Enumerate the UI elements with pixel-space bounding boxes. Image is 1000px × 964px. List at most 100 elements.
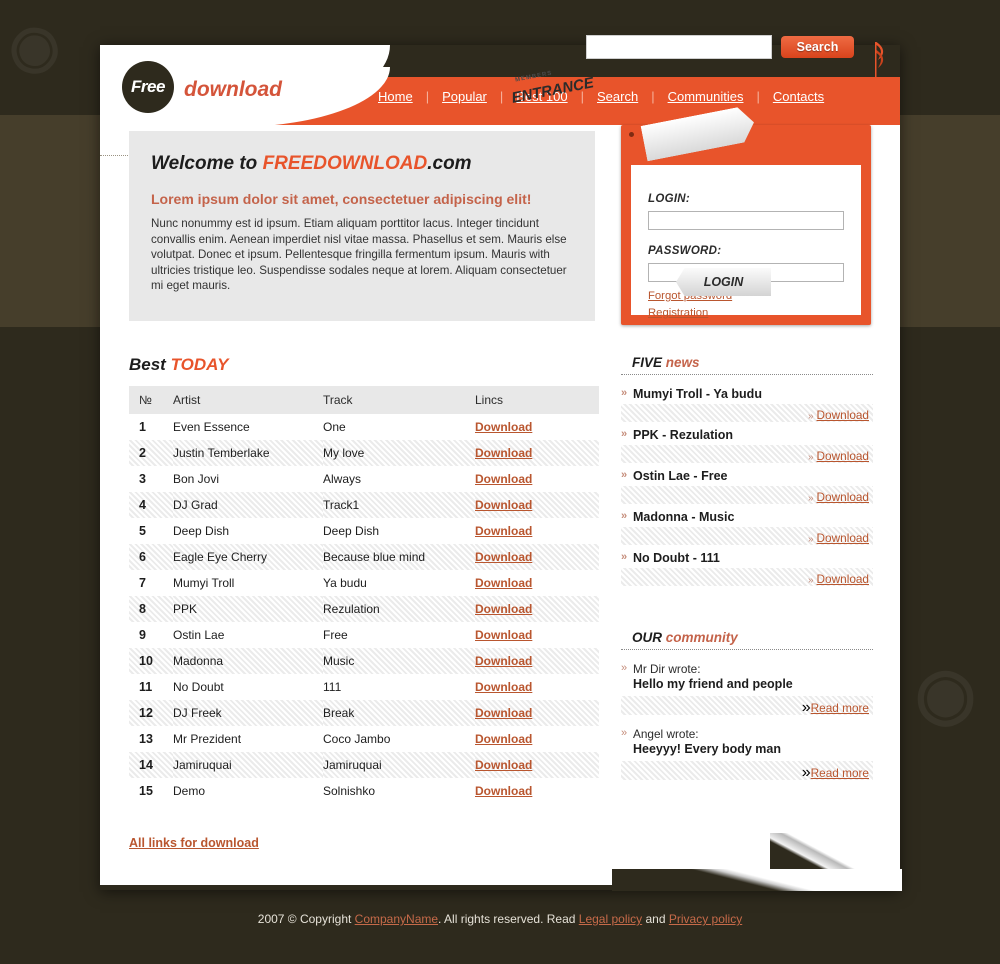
column-header-artist: Artist xyxy=(173,386,323,414)
community-divider xyxy=(621,649,873,650)
community-read-more-row: »Read more xyxy=(621,761,873,781)
footer-legal-policy-link[interactable]: Legal policy xyxy=(579,912,642,926)
cell-track: Music xyxy=(323,648,475,674)
cell-link: Download xyxy=(475,466,599,492)
news-item-label: PPK - Rezulation xyxy=(633,428,734,442)
cell-no: 6 xyxy=(129,544,173,570)
cell-link: Download xyxy=(475,648,599,674)
community-post: » Mr Dir wrote: Hello my friend and people… xyxy=(621,662,873,716)
community-post: » Angel wrote: Heeyyy! Every body man »Read… xyxy=(621,727,873,781)
download-link[interactable]: Download xyxy=(475,784,532,798)
cell-artist: Mr Prezident xyxy=(173,732,242,746)
table-row: 12 DJ Freek Break Download xyxy=(129,700,599,726)
read-more-link[interactable]: Read more xyxy=(811,701,869,715)
table-row: 13 Mr Prezident Coco Jambo Download xyxy=(129,726,599,752)
download-link[interactable]: Download xyxy=(475,550,532,564)
nav-item-search[interactable]: Search xyxy=(584,89,651,104)
news-divider xyxy=(621,374,873,375)
news-download-link[interactable]: Download xyxy=(817,531,869,545)
news-download-link[interactable]: Download xyxy=(817,408,869,422)
page-title: Welcome to FREEDOWNLOAD.com xyxy=(151,153,571,175)
news-download-link[interactable]: Download xyxy=(817,449,869,463)
cell-link: Download xyxy=(475,622,599,648)
chevron-small-icon: » xyxy=(807,534,814,545)
download-link[interactable]: Download xyxy=(475,654,532,668)
community-post-author: » Mr Dir wrote: xyxy=(621,662,873,676)
search-input[interactable] xyxy=(586,35,772,59)
all-links-for-download-link[interactable]: All links for download xyxy=(129,836,259,850)
cell-artist: Jamiruquai xyxy=(173,752,323,778)
news-item-label: No Doubt - 111 xyxy=(633,551,720,565)
table-row: 6 Eagle Eye Cherry Because blue mind Downlo… xyxy=(129,544,599,570)
community-post-author-label: Mr Dir wrote: xyxy=(633,662,701,676)
read-more-link[interactable]: Read more xyxy=(811,766,869,780)
chevron-icon: » xyxy=(621,551,628,563)
cell-link: Download xyxy=(475,440,599,466)
news-item-label: Mumyi Troll - Ya budu xyxy=(633,387,762,401)
download-link[interactable]: Download xyxy=(475,732,532,746)
cell-no: 10 xyxy=(129,648,173,674)
nav-item-home[interactable]: Home xyxy=(365,89,426,104)
download-link[interactable]: Download xyxy=(475,628,532,642)
download-link[interactable]: Download xyxy=(475,576,532,590)
welcome-panel: Welcome to FREEDOWNLOAD.com Lorem ipsum … xyxy=(129,131,595,321)
nav-item-contacts[interactable]: Contacts xyxy=(760,89,837,104)
news-item-label: Ostin Lae - Free xyxy=(633,469,728,483)
news-item-title: » Mumyi Troll - Ya budu xyxy=(621,387,873,401)
login-button[interactable]: LOGIN xyxy=(676,268,771,296)
registration-link[interactable]: Registration xyxy=(648,307,708,319)
music-note-flag-icon xyxy=(866,38,890,88)
download-link[interactable]: Download xyxy=(475,602,532,616)
news-item: » Madonna - Music» Download xyxy=(621,510,873,545)
our-community-title: OUR community xyxy=(632,630,873,645)
cell-artist: Demo xyxy=(173,784,206,798)
cell-no: 12 xyxy=(129,700,173,726)
cell-artist: DJ Freek xyxy=(173,700,323,726)
chevron-small-icon: » xyxy=(801,699,811,716)
page-content: 𝄞 ♫ ♪ Free download Home | Popular | Bes… xyxy=(100,45,900,885)
news-download-link[interactable]: Download xyxy=(817,490,869,504)
community-read-more-row: »Read more xyxy=(621,696,873,716)
community-post-author: » Angel wrote: xyxy=(621,727,873,741)
footer-middle-text: . All rights reserved. Read xyxy=(438,912,579,926)
download-link[interactable]: Download xyxy=(475,472,532,486)
logo-badge[interactable]: Free xyxy=(122,61,174,113)
five-news-title: FIVE news xyxy=(632,355,873,370)
cell-no: 3 xyxy=(139,472,146,486)
chevron-icon: » xyxy=(621,727,628,739)
cell-track: Jamiruquai xyxy=(323,752,475,778)
login-input[interactable] xyxy=(648,211,844,230)
chevron-small-icon: » xyxy=(807,493,814,504)
nav-item-communities[interactable]: Communities xyxy=(655,89,757,104)
nav-item-popular[interactable]: Popular xyxy=(429,89,500,104)
table-row: 3 Bon Jovi Always Download xyxy=(129,466,599,492)
news-list: » Mumyi Troll - Ya budu» Download» PPK - Re… xyxy=(621,387,873,586)
footer-company-link[interactable]: CompanyName xyxy=(355,912,438,926)
download-link[interactable]: Download xyxy=(475,446,532,460)
best-today-title-prefix: Best xyxy=(129,355,171,374)
cell-track: My love xyxy=(323,440,475,466)
footer-privacy-policy-link[interactable]: Privacy policy xyxy=(669,912,742,926)
download-link[interactable]: Download xyxy=(475,524,532,538)
news-item-title: » PPK - Rezulation xyxy=(621,428,873,442)
download-link[interactable]: Download xyxy=(475,758,532,772)
table-row: 5 Deep Dish Deep Dish Download xyxy=(129,518,599,544)
download-link[interactable]: Download xyxy=(475,706,532,720)
cell-no: 13 xyxy=(139,732,153,746)
news-download-row: » Download xyxy=(621,445,873,463)
cell-track: Rezulation xyxy=(323,596,475,622)
cell-track: Because blue mind xyxy=(323,544,475,570)
cell-artist: Eagle Eye Cherry xyxy=(173,544,323,570)
search-button[interactable]: Search xyxy=(781,36,854,58)
news-download-link[interactable]: Download xyxy=(817,572,869,586)
cell-artist: Bon Jovi xyxy=(173,472,220,486)
download-link[interactable]: Download xyxy=(475,498,532,512)
best-today-section: Best TODAY № Artist Track Lincs 1 Even Es… xyxy=(129,355,599,852)
welcome-body: Nunc nonummy est id ipsum. Etiam aliquam… xyxy=(151,217,567,292)
our-community-title-prefix: OUR xyxy=(632,630,666,645)
download-link[interactable]: Download xyxy=(475,420,532,434)
tag-hole-icon xyxy=(629,132,634,137)
cell-track: Ya budu xyxy=(323,576,367,590)
download-link[interactable]: Download xyxy=(475,680,532,694)
cell-link: Download xyxy=(475,778,599,804)
